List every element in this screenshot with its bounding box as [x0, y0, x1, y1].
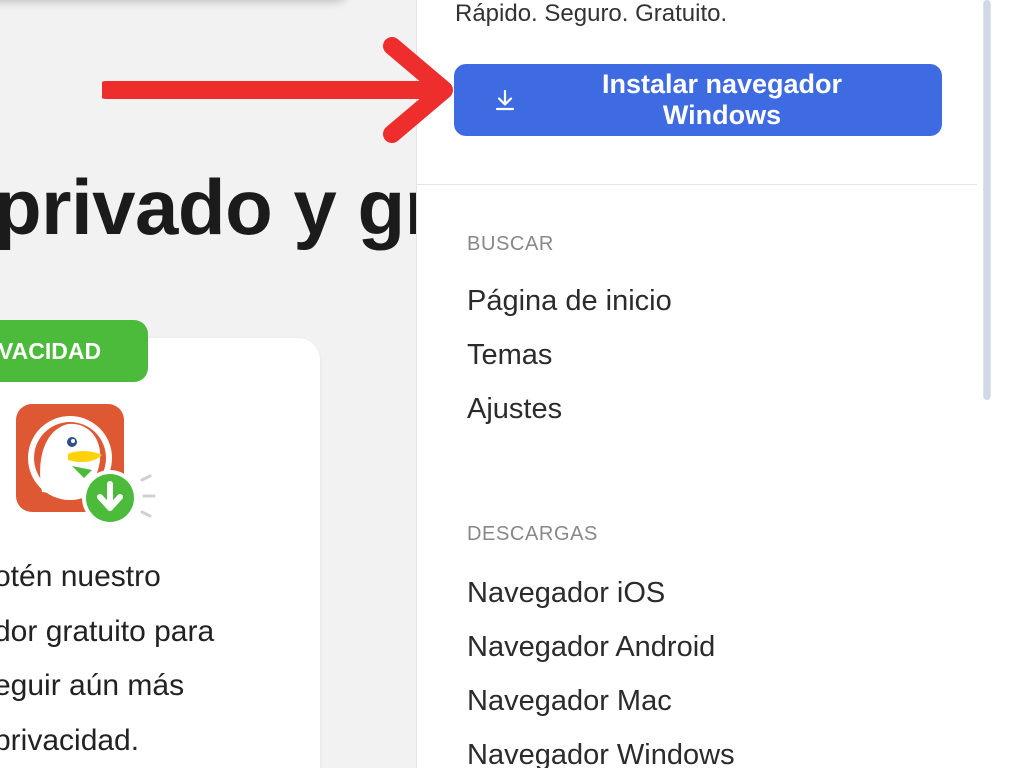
menu-item-navegador-windows[interactable]: Navegador Windows — [467, 728, 735, 768]
promo-text: otén nuestro dor gratuito para eguir aún… — [0, 560, 215, 757]
hero-title: privado y gr — [0, 163, 435, 251]
section-heading-descargas: DESCARGAS — [467, 523, 598, 545]
menu-item-navegador-mac[interactable]: Navegador Mac — [467, 674, 735, 728]
privacy-badge: VACIDAD — [0, 320, 148, 382]
menu-item-pagina-de-inicio[interactable]: Página de inicio — [467, 274, 672, 328]
download-icon — [495, 89, 515, 111]
menu-item-ajustes[interactable]: Ajustes — [467, 382, 672, 436]
duckduckgo-download-icon — [16, 404, 156, 526]
install-windows-browser-button[interactable]: Instalar navegador Windows — [454, 64, 942, 136]
menu-item-navegador-android[interactable]: Navegador Android — [467, 620, 735, 674]
menu-item-temas[interactable]: Temas — [467, 328, 672, 382]
page: privado y gr VACIDAD otén nuestro dor gr… — [0, 0, 1024, 768]
tagline: Rápido. Seguro. Gratuito. — [455, 0, 728, 27]
menu-item-navegador-ios[interactable]: Navegador iOS — [467, 566, 735, 620]
install-button-label: Instalar navegador Windows — [601, 69, 843, 130]
menu-panel: Rápido. Seguro. Gratuito. Instalar naveg… — [416, 0, 1024, 768]
descargas-menu-list: Navegador iOS Navegador Android Navegado… — [467, 566, 735, 768]
scrollbar-thumb[interactable] — [984, 0, 990, 400]
section-heading-buscar: BUSCAR — [467, 233, 554, 255]
menu-divider — [417, 184, 977, 185]
red-arrow-annotation — [102, 37, 453, 143]
buscar-menu-list: Página de inicio Temas Ajustes — [467, 274, 672, 436]
